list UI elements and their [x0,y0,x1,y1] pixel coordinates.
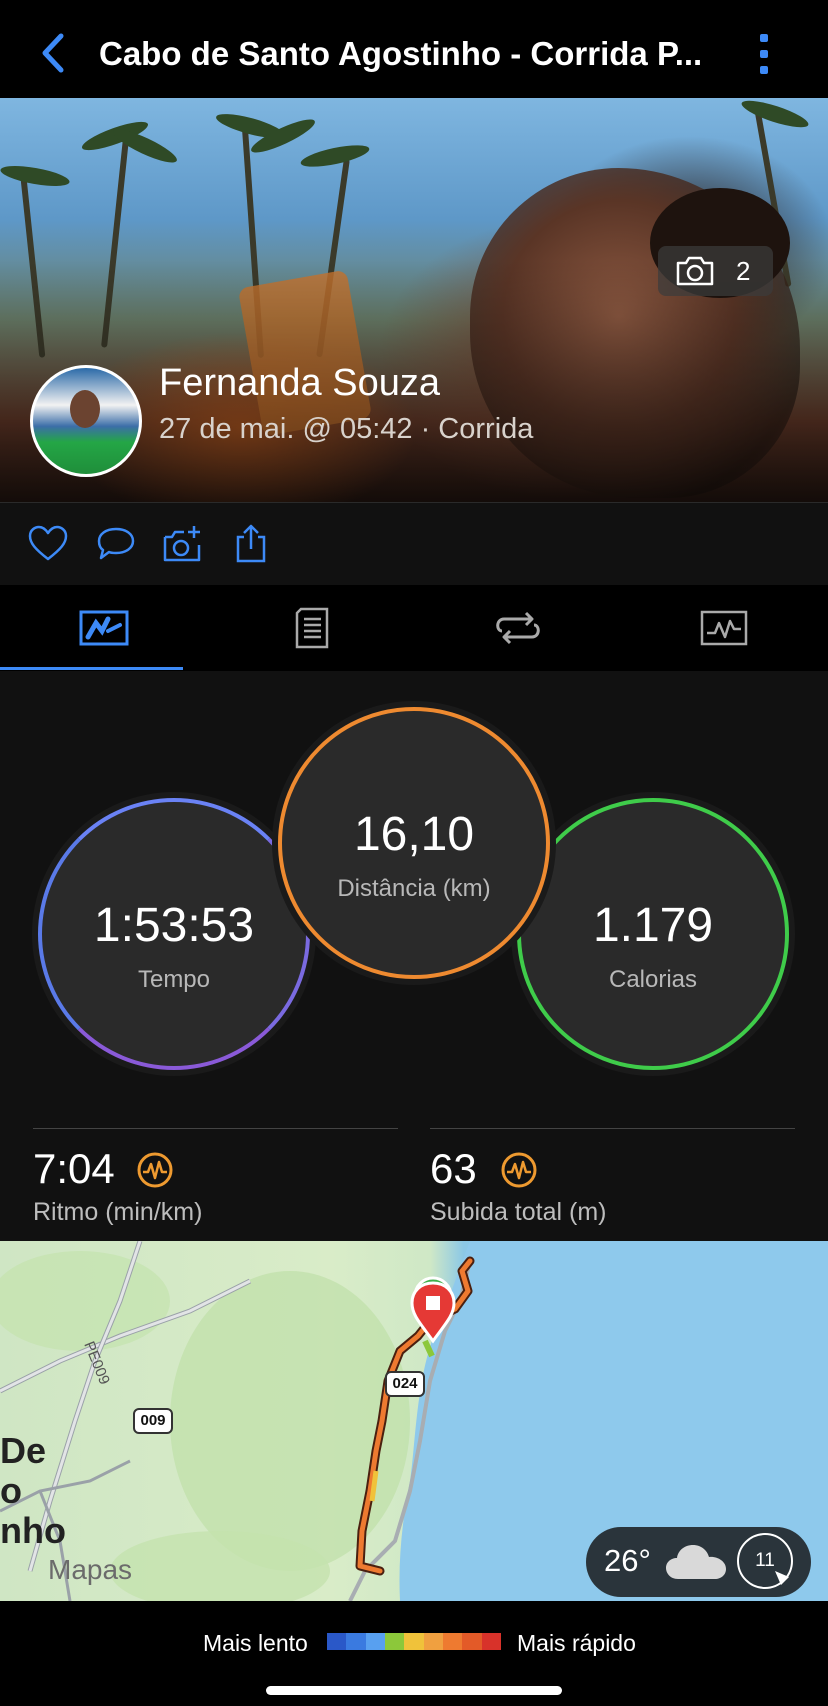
add-photo-button[interactable] [162,523,204,565]
distance-label: Distância (km) [337,875,491,902]
legend-swatch-1 [346,1633,366,1650]
legend-swatch-3 [384,1633,405,1650]
distance-value: 16,10 [353,808,475,861]
town-label: De o nho [0,1430,66,1551]
avatar[interactable] [30,365,142,477]
comment-button[interactable] [95,523,137,565]
share-button[interactable] [230,523,272,565]
time-value: 1:53:53 [93,899,255,952]
tab-bar [0,585,828,672]
document-icon [295,607,329,649]
tab-laps[interactable] [414,585,621,671]
road-shield-009: 009 [140,1412,166,1429]
ascent-zone-icon [501,1152,537,1188]
legend-fast-label: Mais rápido [517,1630,636,1656]
more-options-button[interactable] [750,30,778,78]
pace-label: Ritmo (min/km) [33,1198,203,1226]
stats-panel: 1:53:53 Tempo 1.179 Calorias 16,10 Distâ… [0,671,828,1241]
wind-direction-icon [775,1571,789,1585]
heart-icon [28,525,68,561]
calories-ring: 1.179 Calorias [517,798,789,1070]
back-button[interactable] [34,28,74,78]
legend-swatch-7 [462,1633,482,1650]
camera-icon [676,256,714,286]
weather-temperature: 26° [604,1543,651,1578]
ascent-label: Subida total (m) [430,1198,607,1226]
chart-icon [700,610,748,646]
add-photo-icon [163,526,201,562]
photo-count-badge[interactable]: 2 [658,246,773,296]
action-bar [0,502,828,586]
legend-swatch-0 [327,1633,347,1650]
legend-swatch-4 [404,1633,424,1650]
wind-indicator: 11 [737,1533,793,1589]
home-indicator[interactable] [266,1686,562,1695]
time-label: Tempo [137,966,211,993]
road-shield-024: 024 [392,1375,418,1392]
calories-label: Calorias [608,966,698,993]
tab-charts[interactable] [621,585,828,671]
cloud-icon [666,1545,726,1579]
user-name[interactable]: Fernanda Souza [159,362,440,405]
pace-value: 7:04 [33,1145,115,1192]
wind-speed: 11 [755,1550,775,1571]
chevron-left-icon [42,33,64,73]
activity-title: Cabo de Santo Agostinho - Corrida P... [99,35,703,72]
legend-swatch-5 [423,1633,443,1650]
legend-swatch-2 [365,1633,385,1650]
pace-zone-icon [137,1152,173,1188]
tab-details[interactable] [207,585,414,671]
map-attribution: Mapas [48,1554,133,1585]
legend-color-bar [327,1633,501,1650]
activity-date-type: 27 de mai. @ 05:42 · Corrida [159,413,534,445]
legend-swatch-8 [481,1633,501,1650]
tab-selected-indicator [0,667,183,670]
share-icon [236,524,266,563]
weather-widget[interactable]: 26° 11 [586,1527,811,1597]
like-button[interactable] [27,523,69,565]
tab-overview[interactable] [0,585,207,671]
ascent-value: 63 [430,1145,477,1192]
route-map[interactable]: 009 024 PE009 De o nho Mapas 26° 11 [0,1241,828,1601]
top-bar: Cabo de Santo Agostinho - Corrida P... [0,0,828,98]
calories-value: 1.179 [592,899,714,952]
comment-icon [97,527,135,560]
pace-color-legend: Mais lento Mais rápido [0,1601,828,1706]
distance-ring: 16,10 Distância (km) [278,707,550,979]
time-ring: 1:53:53 Tempo [38,798,310,1070]
laps-icon [496,611,540,645]
summary-icon [79,610,129,646]
photo-count: 2 [736,256,751,286]
legend-swatch-6 [442,1633,463,1650]
legend-slow-label: Mais lento [203,1630,308,1656]
